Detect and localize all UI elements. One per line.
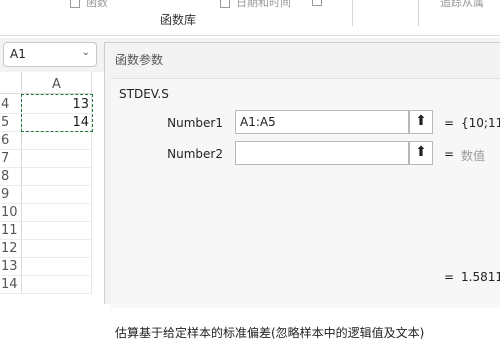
number1-input[interactable]: A1:A5 [235, 110, 409, 134]
row-number[interactable]: 5 [0, 114, 22, 132]
sheet-row: 12 [0, 240, 104, 258]
row-number[interactable]: 11 [0, 222, 22, 240]
row-number[interactable]: 14 [0, 276, 22, 294]
function-name: STDEV.S [119, 87, 169, 101]
row-number[interactable]: 8 [0, 168, 22, 186]
upload-arrow-icon[interactable]: ⬆ [409, 110, 433, 134]
ribbon-separator [418, 0, 419, 26]
cell-a[interactable] [22, 222, 92, 240]
formula-result: 1.58113 [461, 270, 500, 284]
chevron-down-icon[interactable]: ⌄ [82, 47, 90, 58]
ribbon-datetime-button[interactable]: 日期和时间 [220, 0, 291, 10]
function-icon [70, 0, 80, 8]
row-number[interactable]: 12 [0, 240, 22, 258]
cell-a[interactable]: 14 [22, 114, 92, 132]
equals-sign: = [444, 270, 455, 284]
number2-input[interactable] [235, 141, 409, 165]
ribbon-group-label: 函数库 [160, 13, 197, 27]
equals-sign: = [444, 116, 455, 130]
ribbon-more-button[interactable] [312, 0, 328, 7]
row-number[interactable]: 9 [0, 186, 22, 204]
dialog-body: STDEV.S Number1 A1:A5 ⬆ = {10;11;1 Numbe… [111, 78, 500, 340]
ribbon: 函数 日期和时间 追踪从属 函数库 [0, 0, 500, 36]
sheet-row: 14 [0, 276, 104, 294]
name-box[interactable]: A1 ⌄ [3, 42, 97, 67]
row-number[interactable]: 4 [0, 96, 22, 114]
sheet-row: 5 14 [0, 114, 104, 132]
sheet-row: 11 [0, 222, 104, 240]
number2-placeholder: 数值 [461, 149, 486, 163]
function-description: 估算基于给定样本的标准偏差(忽略样本中的逻辑值及文本) [115, 326, 425, 340]
cell-a[interactable] [22, 240, 92, 258]
sheet-row: 8 [0, 168, 104, 186]
dialog-title: 函数参数 [115, 53, 164, 67]
calendar-icon [220, 0, 230, 8]
upload-arrow-icon[interactable]: ⬆ [409, 141, 433, 165]
ribbon-trace-button[interactable]: 追踪从属 [440, 0, 484, 10]
row-number[interactable]: 7 [0, 150, 22, 168]
sheet-row: 13 [0, 258, 104, 276]
cell-a[interactable] [22, 150, 92, 168]
row-number[interactable]: 6 [0, 132, 22, 150]
number1-result: {10;11;1 [461, 116, 500, 130]
arg-label-number2: Number2 [167, 147, 223, 161]
select-all-corner[interactable] [0, 72, 22, 94]
row-number[interactable]: 10 [0, 204, 22, 222]
column-header-a[interactable]: A [22, 72, 92, 94]
sheet-row: 10 [0, 204, 104, 222]
cell-a[interactable] [22, 168, 92, 186]
cell-a[interactable] [22, 186, 92, 204]
name-box-value: A1 [10, 47, 26, 61]
equals-sign: = [444, 147, 455, 161]
sheet-row: 9 [0, 186, 104, 204]
ribbon-function-button[interactable]: 函数 [70, 0, 108, 10]
cell-a[interactable] [22, 258, 92, 276]
row-number[interactable]: 13 [0, 258, 22, 276]
sheet-row: 4 13 [0, 96, 104, 114]
ribbon-separator [352, 0, 353, 26]
document-icon [312, 0, 322, 6]
cell-a[interactable] [22, 132, 92, 150]
cell-a[interactable]: 13 [22, 96, 92, 114]
sheet-row: 7 [0, 150, 104, 168]
sheet-row: 6 [0, 132, 104, 150]
cell-a[interactable] [22, 276, 92, 294]
arg-label-number1: Number1 [167, 116, 223, 130]
cell-a[interactable] [22, 204, 92, 222]
function-arguments-dialog: 函数参数 STDEV.S Number1 A1:A5 ⬆ = {10;11;1 … [104, 42, 500, 340]
spreadsheet-grid: A 4 13 5 14 6 7 8 9 10 11 12 13 14 [0, 72, 104, 300]
